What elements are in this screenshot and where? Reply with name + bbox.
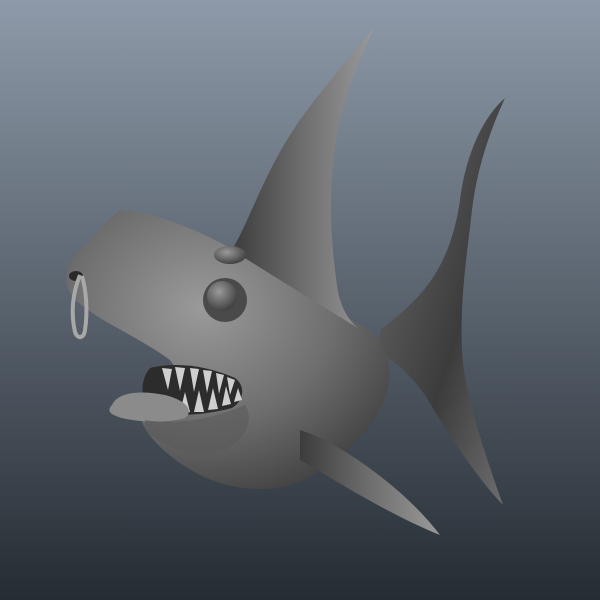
shark-render xyxy=(0,0,600,600)
3d-viewport[interactable] xyxy=(0,0,600,600)
brow-bump xyxy=(214,246,246,264)
eye xyxy=(207,281,237,311)
